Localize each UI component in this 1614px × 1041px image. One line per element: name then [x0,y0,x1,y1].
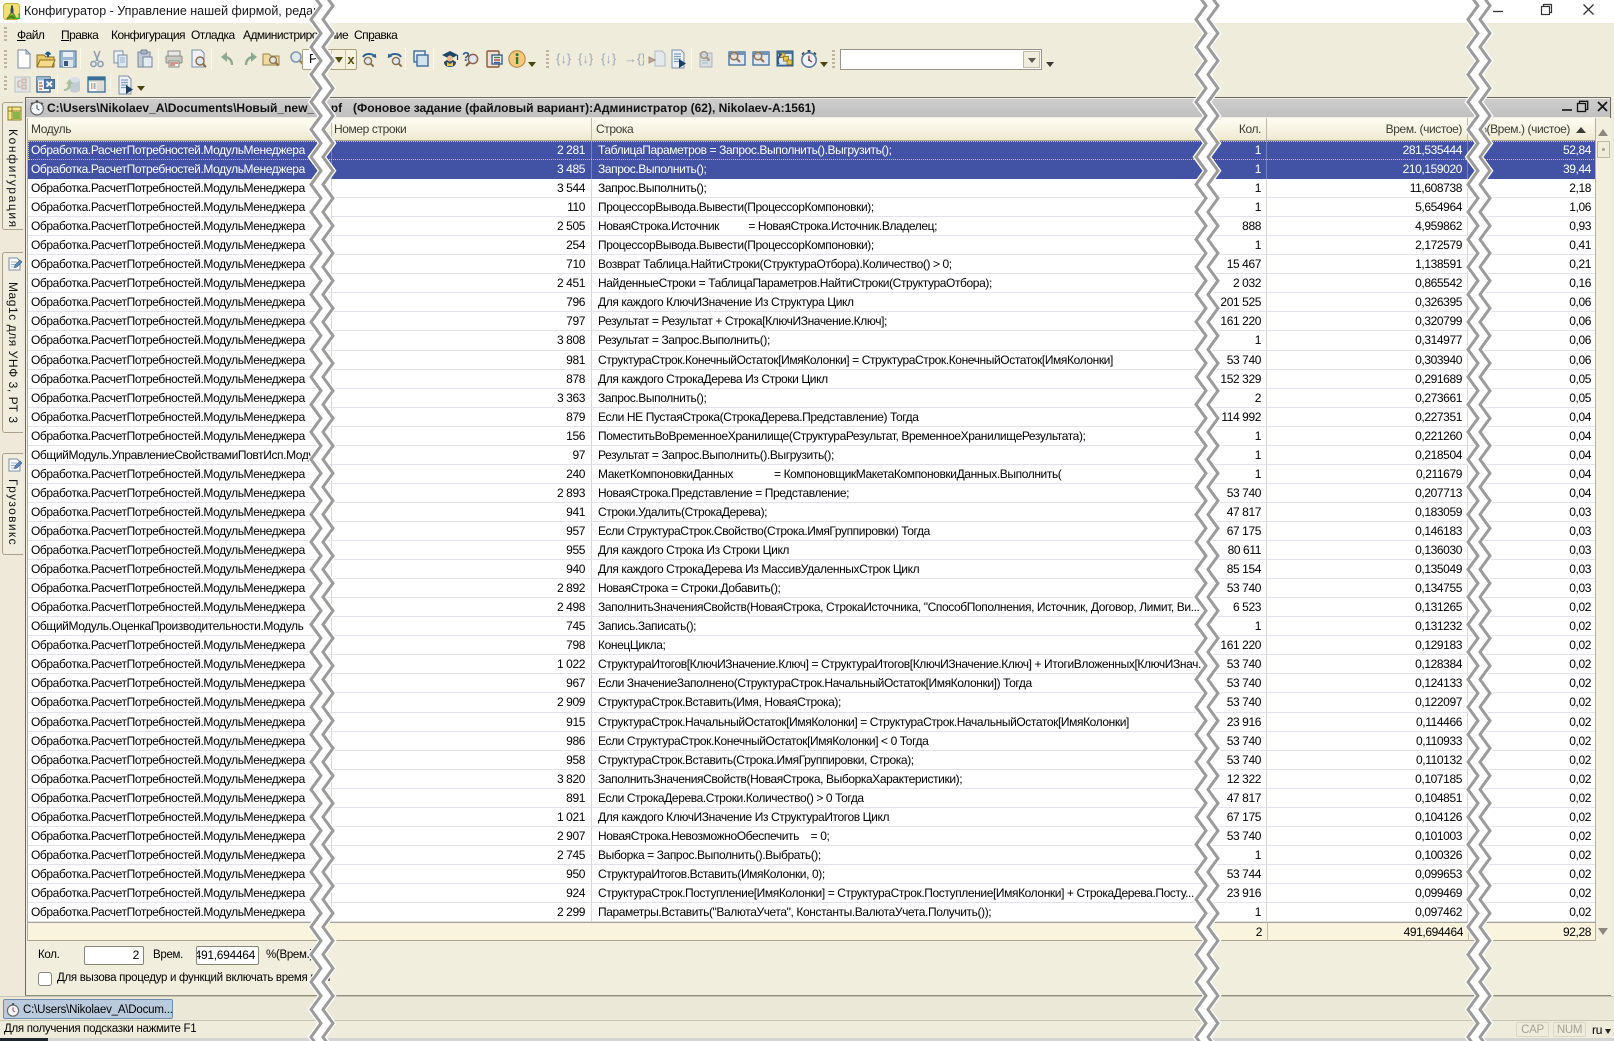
svg-text:{↓}: {↓} [556,51,572,66]
svg-text:{↓}: {↓} [601,51,617,66]
svg-text:→{}: →{} [624,51,644,66]
svg-text:{↓}: {↓} [578,51,594,66]
